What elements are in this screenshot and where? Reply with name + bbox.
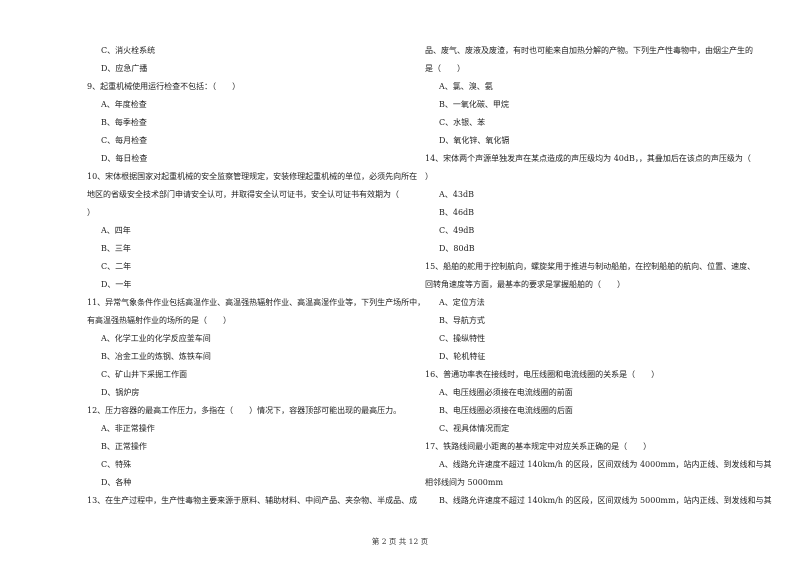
question-text: 15、船舶的舵用于控制航向，螺旋桨用于推进与制动船舶，在控制船舶的航向、位置、速…: [425, 262, 756, 271]
answer-option: D、应急广播: [101, 64, 148, 73]
answer-option: D、轮机特征: [439, 352, 486, 361]
question-text: 13、在生产过程中，生产性毒物主要来源于原料、辅助材料、中间产品、夹杂物、半成品…: [87, 496, 418, 505]
answer-option: B、电压线圈必须接在电流线圈的后面: [439, 406, 573, 415]
answer-option: C、矿山井下采掘工作面: [101, 370, 188, 379]
question-text: 是（ ）: [425, 64, 465, 73]
left-column: C、消火栓系统 D、应急广播 9、起重机械使用运行检查不包括：（ ） A、年度检查 B、…: [87, 45, 426, 513]
answer-option: D、一年: [101, 280, 132, 289]
answer-option: C、水银、苯: [439, 118, 486, 127]
question-text: 有高温强热辐射作业的场所的是（ ）: [87, 316, 231, 325]
answer-option: B、一氧化碳、甲烷: [439, 100, 509, 109]
answer-option: A、非正常操作: [101, 424, 155, 433]
question-text: 品、废气、废液及废渣，有时也可能来自加热分解的产物。下列生产性毒物中，由烟尘产生…: [425, 46, 753, 55]
answer-option: C、操纵特性: [439, 334, 486, 343]
answer-option: C、二年: [101, 262, 132, 271]
question-text: ）: [87, 208, 95, 217]
answer-option: B、导航方式: [439, 316, 485, 325]
answer-option: A、线路允许速度不超过 140km/h 的区段，区间双线为 4000mm，站内正…: [439, 460, 772, 469]
answer-option: A、四年: [101, 226, 131, 235]
answer-option: C、49dB: [439, 226, 475, 235]
question-text: 12、压力容器的最高工作压力，多指在（ ）情况下，容器顶部可能出现的最高压力。: [87, 406, 402, 415]
question-text: 10、宋体根据国家对起重机械的安全监察管理规定，安装修理起重机械的单位，必须先向…: [87, 172, 418, 181]
question-text: 14、宋体两个声源单独发声在某点造成的声压级均为 40dB，，其叠加后在该点的声…: [425, 154, 751, 163]
answer-option: C、消火栓系统: [101, 46, 156, 55]
answer-option: B、线路允许速度不超过 140km/h 的区段，区间双线为 5000mm，站内正…: [439, 496, 772, 505]
answer-option: B、46dB: [439, 208, 475, 217]
answer-option: A、年度检查: [101, 100, 147, 109]
question-text: 回转角速度等方面，最基本的要求是掌握船舶的（ ）: [425, 280, 625, 289]
answer-option: D、氧化锌、氧化镉: [439, 136, 510, 145]
question-text: 9、起重机械使用运行检查不包括：（ ）: [87, 82, 241, 91]
answer-option: C、视具体情况而定: [439, 424, 510, 433]
answer-option: D、锅炉房: [101, 388, 140, 397]
question-text: 相邻线间为 5000mm: [425, 478, 504, 487]
question-text: ）: [425, 172, 433, 181]
answer-option: C、每月检查: [101, 136, 148, 145]
answer-option: A、电压线圈必须接在电流线圈的前面: [439, 388, 573, 397]
answer-option: D、每日检查: [101, 154, 148, 163]
answer-option: B、正常操作: [101, 442, 147, 451]
question-text: 地区的省级安全技术部门申请安全认可，并取得安全认可证书，安全认可证书有效期为（: [87, 190, 399, 199]
answer-option: C、特殊: [101, 460, 132, 469]
question-text: 11、异常气象条件作业包括高温作业、高温强热辐射作业、高温高湿作业等，下列生产场…: [87, 298, 426, 307]
answer-option: D、80dB: [439, 244, 475, 253]
answer-option: D、各种: [101, 478, 132, 487]
answer-option: B、三年: [101, 244, 131, 253]
answer-option: A、43dB: [439, 190, 474, 199]
right-column: 品、废气、废液及废渣，有时也可能来自加热分解的产物。下列生产性毒物中，由烟尘产生…: [425, 45, 772, 513]
answer-option: B、每季检查: [101, 118, 147, 127]
page-footer: 第 2 页 共 12 页: [371, 537, 429, 546]
answer-option: B、冶金工业的炼钢、炼铁车间: [101, 352, 211, 361]
answer-option: A、定位方法: [439, 298, 485, 307]
question-text: 16、普通功率表在接线时，电压线圈和电流线圈的关系是（ ）: [425, 370, 660, 379]
question-text: 17、铁路线间最小距离的基本规定中对应关系正确的是（ ）: [425, 442, 652, 451]
answer-option: A、化学工业的化学反应釜车间: [101, 334, 211, 343]
answer-option: A、氯、溴、氨: [439, 82, 493, 91]
